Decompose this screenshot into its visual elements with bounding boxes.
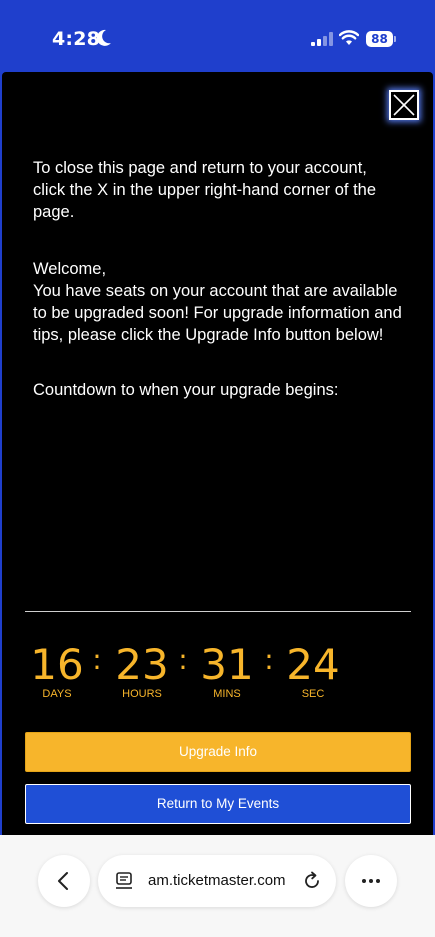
status-bar: 4:28 88 xyxy=(0,0,435,72)
countdown-separator: : xyxy=(92,643,102,676)
address-bar[interactable]: am.ticketmaster.com xyxy=(98,855,336,907)
countdown-separator: : xyxy=(178,643,188,676)
battery-tip xyxy=(394,36,396,42)
close-instructions: To close this page and return to your ac… xyxy=(33,159,377,221)
battery-icon: 88 xyxy=(366,31,396,47)
status-time: 4:28 xyxy=(52,28,101,50)
countdown-hours-label: HOURS xyxy=(122,688,162,700)
countdown-separator: : xyxy=(264,643,274,676)
countdown-days: 16 xyxy=(30,640,84,689)
back-button[interactable] xyxy=(38,855,90,907)
upgrade-info-button[interactable]: Upgrade Info xyxy=(25,732,411,772)
countdown-sec: 24 xyxy=(286,640,340,689)
divider xyxy=(25,611,411,612)
chevron-left-icon xyxy=(58,872,68,890)
more-options-button[interactable] xyxy=(345,855,397,907)
countdown-sec-label: SEC xyxy=(301,688,325,700)
battery-level: 88 xyxy=(366,31,393,47)
countdown-mins: 31 xyxy=(200,640,254,689)
countdown-mins-label: MINS xyxy=(213,688,241,700)
url-text: am.ticketmaster.com xyxy=(148,872,286,889)
countdown-hours: 23 xyxy=(115,640,169,689)
countdown-days-label: DAYS xyxy=(42,688,72,700)
countdown-label: Countdown to when your upgrade begins: xyxy=(33,381,339,399)
more-icon xyxy=(362,879,380,883)
site-settings-icon xyxy=(116,872,132,889)
welcome-body: You have seats on your account that are … xyxy=(33,282,402,344)
close-button[interactable] xyxy=(389,90,419,120)
cellular-signal-icon xyxy=(311,32,333,46)
return-to-my-events-button[interactable]: Return to My Events xyxy=(25,784,411,824)
welcome-line: Welcome, xyxy=(33,260,107,278)
reload-icon[interactable] xyxy=(301,870,323,892)
wifi-icon xyxy=(339,30,359,45)
moon-icon xyxy=(96,29,111,46)
welcome-message: Welcome, You have seats on your account … xyxy=(33,258,403,346)
browser-toolbar: am.ticketmaster.com xyxy=(0,835,435,937)
close-icon xyxy=(393,94,415,116)
